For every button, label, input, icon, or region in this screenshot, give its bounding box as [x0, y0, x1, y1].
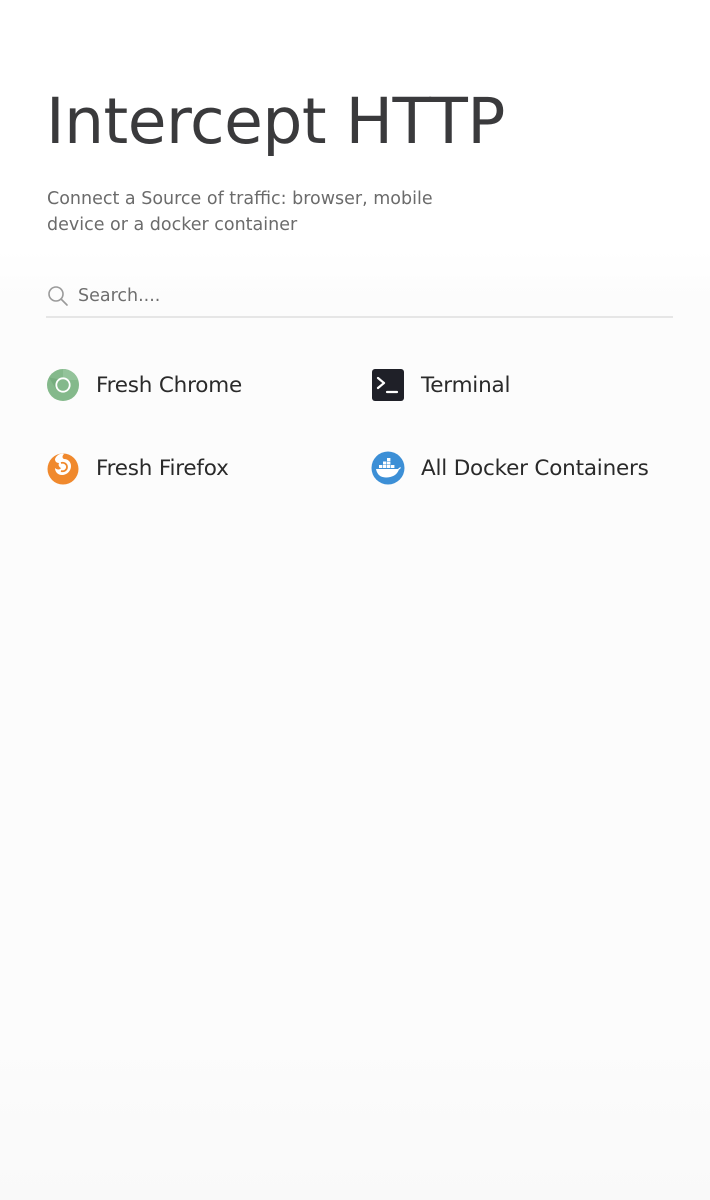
- firefox-icon: [46, 451, 80, 485]
- source-fresh-chrome[interactable]: Fresh Chrome: [46, 365, 242, 405]
- search-icon: [46, 284, 70, 308]
- page-subtitle: Connect a Source of traffic: browser, mo…: [47, 189, 433, 235]
- source-fresh-firefox[interactable]: Fresh Firefox: [46, 448, 229, 488]
- page-title: Intercept HTTP: [46, 85, 505, 158]
- source-all-docker-containers[interactable]: All Docker Containers: [371, 448, 649, 488]
- docker-icon: [371, 451, 405, 485]
- source-terminal[interactable]: Terminal: [371, 365, 510, 405]
- search-bar: [46, 276, 673, 318]
- intercept-panel: Intercept HTTP Connect a Source of traff…: [0, 0, 710, 1200]
- source-label: Terminal: [421, 372, 511, 398]
- source-label: Fresh Firefox: [96, 455, 229, 481]
- source-label: All Docker Containers: [421, 455, 649, 481]
- source-label: Fresh Chrome: [96, 372, 242, 398]
- chrome-icon: [46, 368, 80, 402]
- search-input[interactable]: [78, 286, 638, 306]
- terminal-icon: [371, 368, 405, 402]
